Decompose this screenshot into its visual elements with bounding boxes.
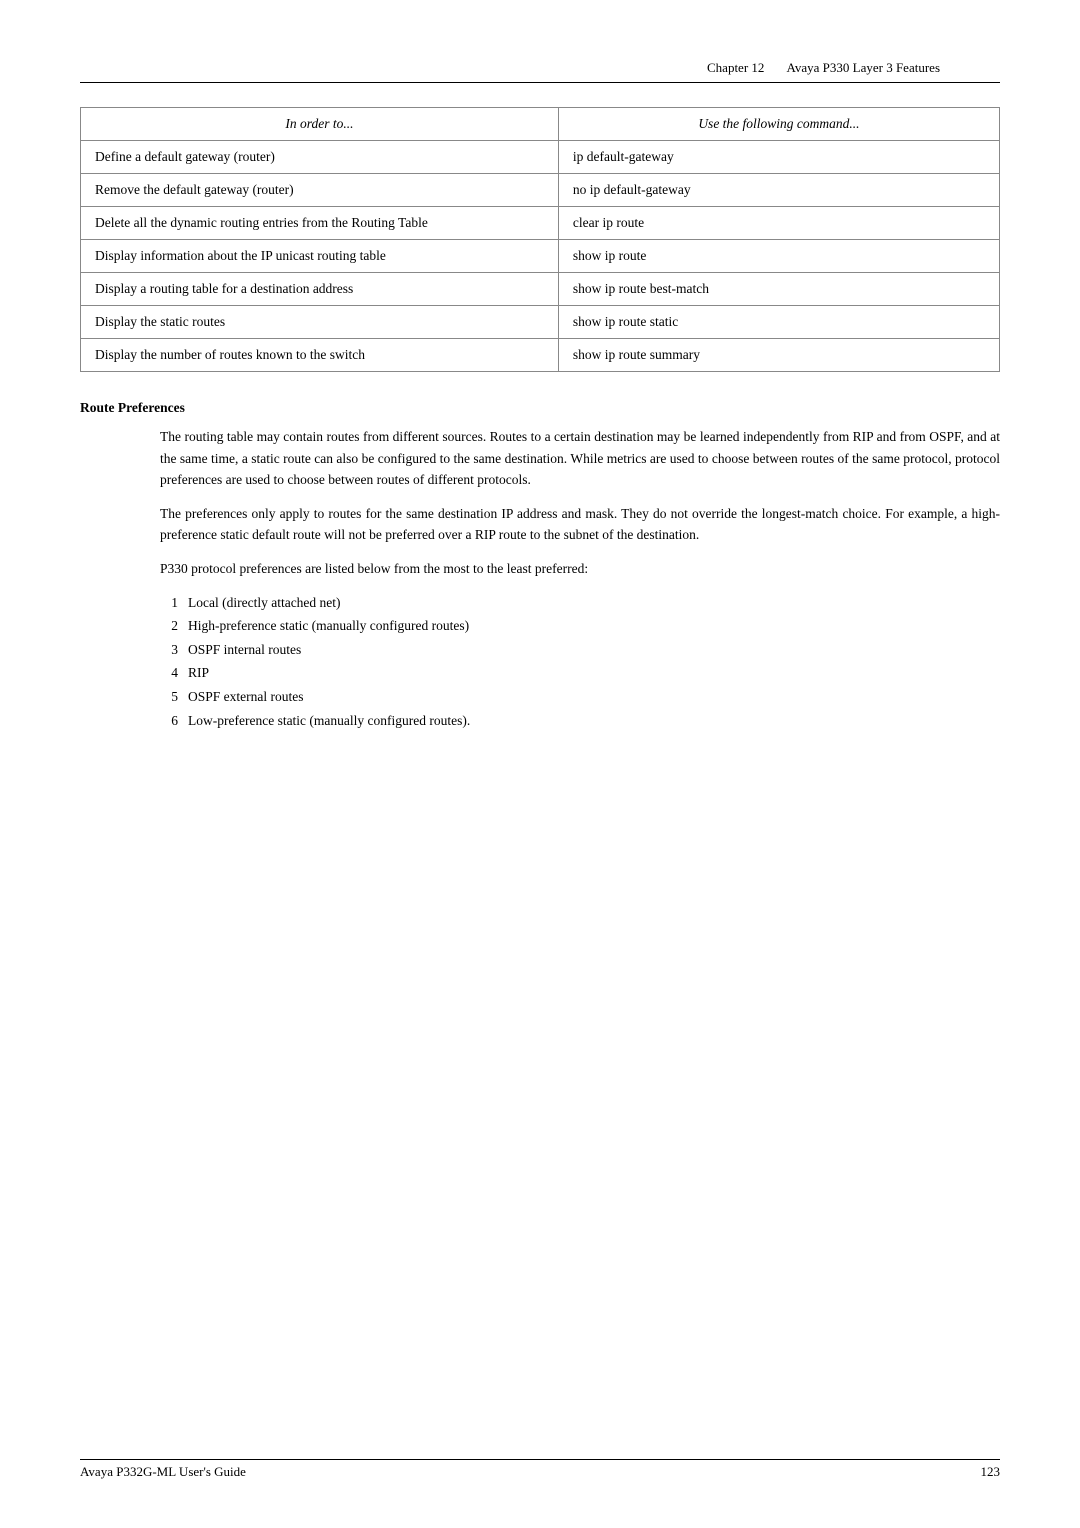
list-item-text: Local (directly attached net) (188, 592, 341, 614)
table-cell-command: ip default-gateway (558, 141, 999, 174)
table-row: Remove the default gateway (router)no ip… (81, 174, 1000, 207)
table-cell-command: show ip route (558, 240, 999, 273)
footer-right: 123 (981, 1464, 1001, 1480)
page: Chapter 12 Avaya P330 Layer 3 Features I… (0, 0, 1080, 1528)
table-row: Display a routing table for a destinatio… (81, 273, 1000, 306)
list-item: 6 Low-preference static (manually configu… (160, 710, 1000, 732)
list-item-text: OSPF internal routes (188, 639, 301, 661)
table-cell-command: show ip route best-match (558, 273, 999, 306)
list-item-text: High-preference static (manually configu… (188, 615, 469, 637)
list-item-number: 1 (160, 592, 178, 614)
footer-rule (80, 1459, 1000, 1460)
col-action-header: In order to... (81, 108, 559, 141)
table-cell-action: Define a default gateway (router) (81, 141, 559, 174)
table-cell-action: Remove the default gateway (router) (81, 174, 559, 207)
table-cell-command: show ip route summary (558, 339, 999, 372)
table-cell-command: clear ip route (558, 207, 999, 240)
table-cell-command: no ip default-gateway (558, 174, 999, 207)
list-item-number: 6 (160, 710, 178, 732)
table-cell-action: Display information about the IP unicast… (81, 240, 559, 273)
list-item-number: 5 (160, 686, 178, 708)
list-item: 3 OSPF internal routes (160, 639, 1000, 661)
table-body: Define a default gateway (router)ip defa… (81, 141, 1000, 372)
list-item-number: 2 (160, 615, 178, 637)
route-preferences-section: Route Preferences The routing table may … (80, 400, 1000, 731)
route-preferences-body: The routing table may contain routes fro… (160, 426, 1000, 731)
list-item-number: 4 (160, 662, 178, 684)
table-row: Delete all the dynamic routing entries f… (81, 207, 1000, 240)
list-item-text: RIP (188, 662, 209, 684)
route-prefs-para3: P330 protocol preferences are listed bel… (160, 558, 1000, 580)
table-cell-action: Display the static routes (81, 306, 559, 339)
chapter-number: Chapter 12 (707, 60, 764, 75)
table-row: Define a default gateway (router)ip defa… (81, 141, 1000, 174)
list-item: 5 OSPF external routes (160, 686, 1000, 708)
chapter-title: Avaya P330 Layer 3 Features (786, 60, 940, 75)
list-item-number: 3 (160, 639, 178, 661)
list-item: 1 Local (directly attached net) (160, 592, 1000, 614)
table-header-row: In order to... Use the following command… (81, 108, 1000, 141)
col-command-header: Use the following command... (558, 108, 999, 141)
list-item-text: Low-preference static (manually configur… (188, 710, 470, 732)
header-rule (80, 82, 1000, 83)
table-cell-action: Display the number of routes known to th… (81, 339, 559, 372)
list-item: 2 High-preference static (manually config… (160, 615, 1000, 637)
table-cell-action: Delete all the dynamic routing entries f… (81, 207, 559, 240)
list-item-text: OSPF external routes (188, 686, 304, 708)
footer-left: Avaya P332G-ML User's Guide (80, 1464, 246, 1480)
page-header: Chapter 12 Avaya P330 Layer 3 Features (80, 60, 1000, 76)
list-item: 4 RIP (160, 662, 1000, 684)
chapter-label: Chapter 12 Avaya P330 Layer 3 Features (707, 60, 940, 76)
table-cell-action: Display a routing table for a destinatio… (81, 273, 559, 306)
route-prefs-para1: The routing table may contain routes fro… (160, 426, 1000, 491)
page-footer: Avaya P332G-ML User's Guide 123 (80, 1464, 1000, 1480)
protocol-list: 1 Local (directly attached net) 2 High-pref… (160, 592, 1000, 732)
table-cell-command: show ip route static (558, 306, 999, 339)
table-row: Display the static routesshow ip route s… (81, 306, 1000, 339)
route-prefs-para2: The preferences only apply to routes for… (160, 503, 1000, 546)
table-row: Display the number of routes known to th… (81, 339, 1000, 372)
route-preferences-heading: Route Preferences (80, 400, 1000, 416)
routing-table: In order to... Use the following command… (80, 107, 1000, 372)
table-row: Display information about the IP unicast… (81, 240, 1000, 273)
